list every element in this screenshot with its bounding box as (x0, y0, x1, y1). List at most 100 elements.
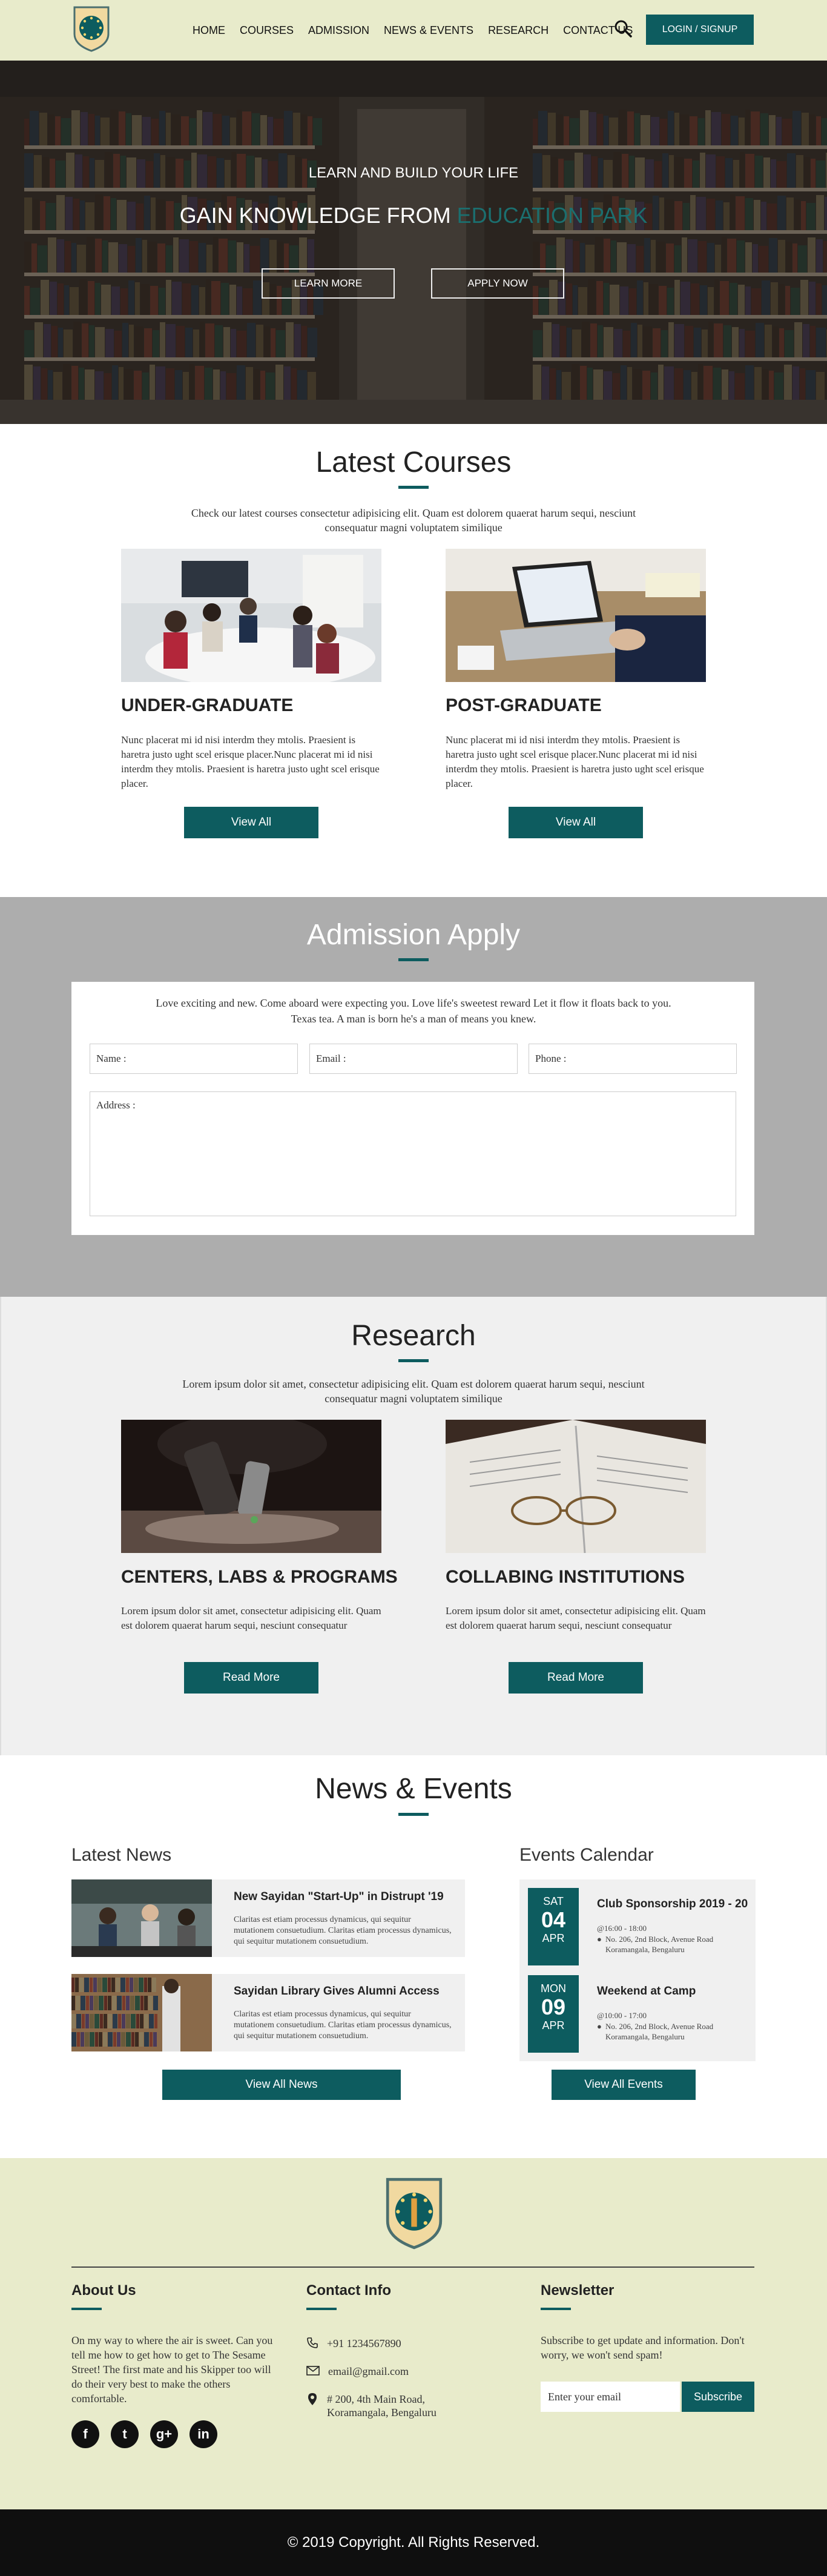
postgraduate-text: Nunc placerat mi id nisi interdm they mt… (446, 734, 704, 789)
research-title-underline (398, 1359, 429, 1362)
site-header: HOME COURSES ADMISSION NEWS & EVENTS RES… (0, 0, 827, 61)
event-title[interactable]: Club Sponsorship 2019 - 20 (597, 1898, 748, 1911)
undergraduate-view-all-button[interactable]: View All (184, 807, 318, 838)
copyright-bar: © 2019 Copyright. All Rights Reserved. (0, 2509, 827, 2576)
search-icon[interactable] (614, 19, 632, 38)
footer-logo-shield-icon (386, 2177, 443, 2250)
event-date: 09 (541, 1995, 566, 2019)
postgraduate-title: POST-GRADUATE (446, 695, 602, 715)
contact-title: Contact Info (306, 2282, 391, 2299)
event-month: APR (542, 2019, 565, 2031)
news-title-underline (398, 1813, 429, 1816)
news-image-library (71, 1974, 212, 2051)
nav-home[interactable]: HOME (193, 24, 225, 37)
admission-title-underline (398, 958, 429, 961)
twitter-icon[interactable]: t (111, 2420, 139, 2448)
news-title[interactable]: New Sayidan "Start-Up" in Distrupt '19 (234, 1890, 444, 1904)
event-month: APR (542, 1932, 565, 1944)
news-text: Claritas est etiam processus dynamicus, … (234, 1915, 452, 1946)
linkedin-icon[interactable]: in (189, 2420, 217, 2448)
news-title[interactable]: Sayidan Library Gives Alumni Access (234, 1985, 440, 1998)
event-day: MON (541, 1982, 566, 1995)
admission-intro: Love exciting and new. Come aboard were … (156, 997, 671, 1025)
about-underline (71, 2308, 102, 2310)
about-text: On my way to where the air is sweet. Can… (71, 2334, 273, 2405)
event-date: 04 (541, 1907, 566, 1932)
location-pin-icon: ● (597, 1935, 602, 1944)
institutions-text: Lorem ipsum dolor sit amet, consectetur … (446, 1605, 706, 1631)
events-list: SAT 04 APR Club Sponsorship 2019 - 20 @1… (519, 1879, 756, 2061)
event-day: SAT (543, 1895, 564, 1907)
email-field[interactable]: Email : (309, 1044, 518, 1074)
map-marker-icon (308, 2393, 317, 2405)
contact-underline (306, 2308, 337, 2310)
nav-research[interactable]: RESEARCH (488, 24, 549, 37)
event-date-badge: MON 09 APR (528, 1975, 579, 2053)
contact-address: # 200, 4th Main Road, Koramangala, Bengal… (306, 2392, 437, 2419)
facebook-icon[interactable]: f (71, 2420, 99, 2448)
nav-news-events[interactable]: NEWS & EVENTS (384, 24, 473, 37)
event-title[interactable]: Weekend at Camp (597, 1985, 696, 1998)
newsletter-email-input[interactable]: Enter your email (541, 2382, 680, 2412)
hero-title-highlight: EDUCATION PARK (456, 203, 648, 228)
institutions-read-more-button[interactable]: Read More (509, 1662, 643, 1694)
labs-read-more-button[interactable]: Read More (184, 1662, 318, 1694)
event-date-badge: SAT 04 APR (528, 1888, 579, 1965)
learn-more-button[interactable]: LEARN MORE (262, 268, 395, 299)
nav-admission[interactable]: ADMISSION (308, 24, 369, 37)
about-title: About Us (71, 2282, 136, 2299)
newsletter-underline (541, 2308, 571, 2310)
view-all-events-button[interactable]: View All Events (552, 2070, 696, 2100)
undergraduate-image (121, 549, 381, 682)
event-place-text: No. 206, 2nd Block, Avenue Road Koramang… (605, 2022, 714, 2041)
contact-email[interactable]: email@gmail.com (306, 2365, 409, 2378)
hero-overlay (0, 61, 827, 424)
labs-title: CENTERS, LABS & PROGRAMS (121, 1567, 398, 1587)
undergraduate-text: Nunc placerat mi id nisi interdm they mt… (121, 734, 380, 789)
phone-icon (307, 2337, 318, 2348)
courses-title-underline (398, 486, 429, 489)
institutions-title: COLLABING INSTITUTIONS (446, 1567, 685, 1587)
envelope-icon (306, 2366, 320, 2376)
logo-shield-icon[interactable] (71, 5, 111, 52)
newsletter-title: Newsletter (541, 2282, 614, 2299)
postgraduate-view-all-button[interactable]: View All (509, 807, 643, 838)
address-line-1: # 200, 4th Main Road, (327, 2393, 425, 2405)
research-intro: Lorem ipsum dolor sit amet, consectetur … (182, 1378, 645, 1405)
event-place: ● No. 206, 2nd Block, Avenue Road Koraman… (597, 2021, 742, 2042)
news-image-startup (71, 1879, 212, 1957)
news-text: Claritas est etiam processus dynamicus, … (234, 2010, 452, 2041)
contact-phone: +91 1234567890 (306, 2337, 401, 2350)
view-all-news-button[interactable]: View All News (162, 2070, 401, 2100)
login-signup-button[interactable]: LOGIN / SIGNUP (646, 15, 754, 45)
latest-news-title: Latest News (71, 1845, 172, 1865)
hero-title-main: GAIN KNOWLEDGE FROM (179, 203, 457, 228)
labs-image (121, 1420, 381, 1553)
undergraduate-title: UNDER-GRADUATE (121, 695, 294, 715)
address-line-2: Koramangala, Bengaluru (327, 2406, 437, 2419)
hero-banner (0, 61, 827, 424)
events-calendar-title: Events Calendar (519, 1845, 654, 1865)
subscribe-button[interactable]: Subscribe (682, 2382, 754, 2412)
apply-now-button[interactable]: APPLY NOW (431, 268, 564, 299)
courses-title: Latest Courses (315, 446, 512, 478)
google-plus-icon[interactable]: g+ (150, 2420, 178, 2448)
research-title: Research (351, 1320, 476, 1352)
news-events-title: News & Events (315, 1773, 512, 1805)
news-item[interactable]: New Sayidan "Start-Up" in Distrupt '19 C… (71, 1879, 465, 1957)
hero-title: GAIN KNOWLEDGE FROM EDUCATION PARK (0, 203, 827, 228)
phone-field[interactable]: Phone : (529, 1044, 737, 1074)
labs-text: Lorem ipsum dolor sit amet, consectetur … (121, 1605, 381, 1631)
newsletter-text: Subscribe to get update and information.… (541, 2334, 745, 2361)
location-pin-icon: ● (597, 2022, 602, 2031)
address-field[interactable]: Address : (90, 1091, 736, 1216)
nav-courses[interactable]: COURSES (240, 24, 294, 37)
name-field[interactable]: Name : (90, 1044, 298, 1074)
main-nav: HOME COURSES ADMISSION NEWS & EVENTS RES… (193, 24, 633, 37)
email-text: email@gmail.com (328, 2365, 409, 2377)
event-time: @10:00 - 17:00 (597, 2011, 647, 2020)
hero-subtitle: LEARN AND BUILD YOUR LIFE (308, 165, 519, 181)
phone-text: +91 1234567890 (327, 2337, 401, 2349)
news-item[interactable]: Sayidan Library Gives Alumni Access Clar… (71, 1974, 465, 2051)
event-place: ● No. 206, 2nd Block, Avenue Road Koraman… (597, 1934, 742, 1955)
